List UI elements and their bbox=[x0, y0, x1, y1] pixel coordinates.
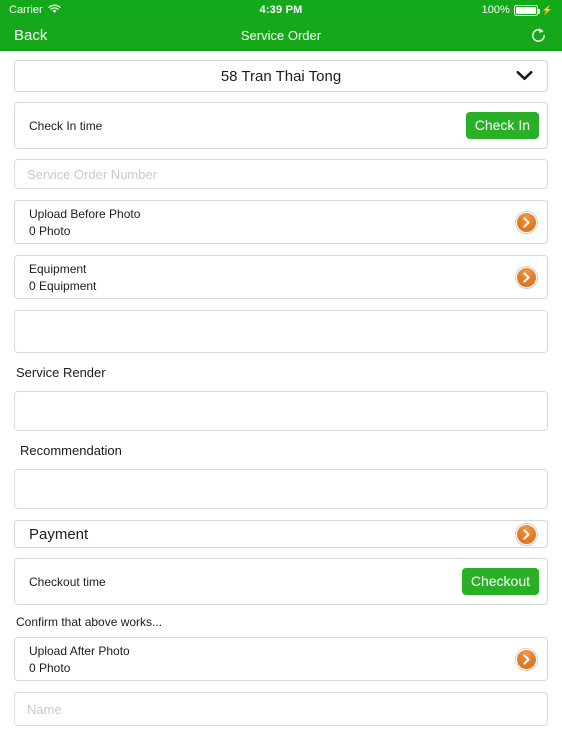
check-in-button[interactable]: Check In bbox=[465, 111, 539, 140]
name-placeholder: Name bbox=[27, 701, 62, 717]
check-in-time-label: Check In time bbox=[29, 118, 103, 133]
upload-before-photo-count: 0 Photo bbox=[29, 223, 71, 238]
name-input[interactable]: Name bbox=[14, 692, 548, 726]
back-button[interactable]: Back bbox=[14, 27, 47, 44]
chevron-right-circle-icon[interactable] bbox=[516, 266, 537, 288]
wifi-icon bbox=[48, 4, 61, 17]
upload-before-photo-texts: Upload Before Photo 0 Photo bbox=[29, 207, 140, 238]
upload-after-photo-count: 0 Photo bbox=[29, 660, 71, 675]
service-render-textarea[interactable] bbox=[14, 391, 548, 431]
equipment-row[interactable]: Equipment 0 Equipment bbox=[14, 255, 548, 299]
status-bar-time: 4:39 PM bbox=[259, 4, 303, 16]
status-bar-right: 100% ⚡ bbox=[482, 4, 553, 16]
service-order-number-placeholder: Service Order Number bbox=[27, 166, 158, 182]
app-screen: Carrier 4:39 PM 100% ⚡ Back Service Orde… bbox=[0, 0, 562, 750]
form-content: 58 Tran Thai Tong Check In time Check In… bbox=[0, 51, 562, 750]
recommendation-textarea[interactable] bbox=[14, 469, 548, 509]
payment-row[interactable]: Payment bbox=[14, 520, 548, 548]
navigation-bar: Back Service Order bbox=[0, 20, 562, 51]
upload-after-photo-row[interactable]: Upload After Photo 0 Photo bbox=[14, 637, 548, 681]
upload-after-photo-title: Upload After Photo bbox=[29, 643, 130, 658]
battery-icon bbox=[513, 4, 540, 16]
upload-before-photo-title: Upload Before Photo bbox=[29, 206, 141, 221]
lightning-bolt-icon: ⚡ bbox=[541, 4, 553, 15]
site-dropdown-value: 58 Tran Thai Tong bbox=[220, 67, 342, 85]
checkout-row: Checkout time Checkout bbox=[14, 558, 548, 605]
chevron-down-icon bbox=[516, 71, 533, 82]
equipment-texts: Equipment 0 Equipment bbox=[29, 262, 96, 293]
site-dropdown[interactable]: 58 Tran Thai Tong bbox=[14, 60, 548, 92]
service-render-label: Service Render bbox=[16, 365, 106, 380]
chevron-right-circle-icon[interactable] bbox=[516, 211, 537, 233]
refresh-icon[interactable] bbox=[529, 26, 548, 45]
status-bar: Carrier 4:39 PM 100% ⚡ bbox=[0, 0, 562, 20]
payment-label: Payment bbox=[29, 525, 89, 543]
check-in-row: Check In time Check In bbox=[14, 102, 548, 149]
chevron-right-circle-icon[interactable] bbox=[516, 523, 537, 545]
chevron-right-circle-icon[interactable] bbox=[516, 648, 537, 670]
upload-before-photo-row[interactable]: Upload Before Photo 0 Photo bbox=[14, 200, 548, 244]
equipment-count: 0 Equipment bbox=[29, 278, 97, 293]
upload-after-photo-texts: Upload After Photo 0 Photo bbox=[29, 644, 130, 675]
page-title: Service Order bbox=[240, 27, 322, 43]
equipment-title: Equipment bbox=[29, 261, 87, 276]
service-order-number-input[interactable]: Service Order Number bbox=[14, 159, 548, 189]
status-bar-left: Carrier bbox=[9, 4, 61, 17]
checkout-button[interactable]: Checkout bbox=[461, 567, 539, 596]
notes-textarea[interactable] bbox=[14, 310, 548, 353]
battery-percent-label: 100% bbox=[481, 4, 510, 16]
checkout-time-label: Checkout time bbox=[29, 574, 106, 589]
carrier-label: Carrier bbox=[9, 4, 43, 16]
confirm-note: Confirm that above works... bbox=[16, 615, 163, 629]
recommendation-label: Recommendation bbox=[20, 443, 122, 458]
